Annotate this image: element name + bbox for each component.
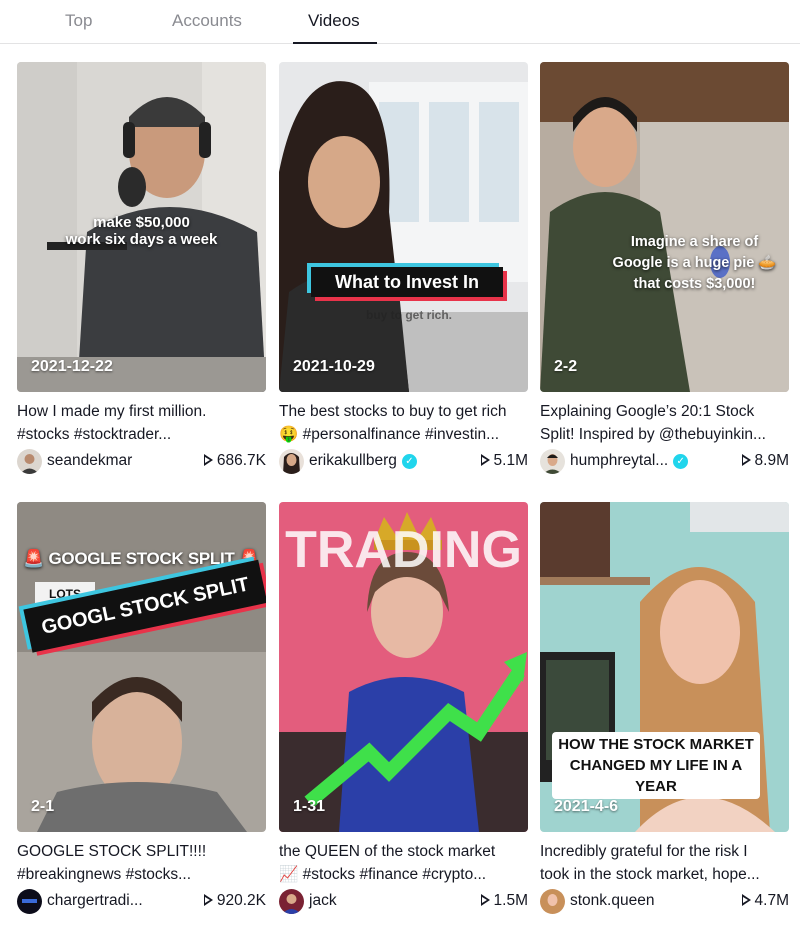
- overlay-caption-line: Imagine a share of: [630, 234, 759, 250]
- description-line: How I made my first million.: [17, 403, 207, 420]
- view-count-value: 5.1M: [493, 452, 528, 469]
- author-name[interactable]: chargertradi...: [47, 892, 143, 910]
- video-thumbnail[interactable]: TRADING 1-31: [279, 502, 528, 832]
- play-icon: [480, 894, 490, 906]
- avatar[interactable]: [17, 889, 42, 914]
- tab-accounts[interactable]: Accounts: [172, 11, 242, 31]
- video-thumbnail[interactable]: 🚨 GOOGLE STOCK SPLIT 🚨 LOTS GOOGL STOCK …: [17, 502, 266, 832]
- description-hashtags: #breakingnews #stocks...: [17, 866, 192, 883]
- video-meta: stonk.queen 4.7M: [540, 889, 789, 915]
- overlay-caption-line: Google is a huge pie 🥧: [612, 255, 777, 271]
- play-icon: [203, 894, 213, 906]
- video-meta: chargertradi... 920.2K: [17, 889, 266, 915]
- video-description[interactable]: GOOGLE STOCK SPLIT!!!! #breakingnews #st…: [17, 840, 279, 886]
- description-hashtags: #stocks #stocktrader...: [17, 426, 172, 443]
- overlay-caption-line: HOW THE STOCK MARKET: [558, 736, 754, 753]
- video-description[interactable]: The best stocks to buy to get rich 🤑 #pe…: [279, 400, 541, 446]
- overlay-caption-line: make $50,000: [93, 214, 190, 231]
- video-date: 2021-12-22: [31, 358, 113, 375]
- video-thumbnail[interactable]: HOW THE STOCK MARKET CHANGED MY LIFE IN …: [540, 502, 789, 832]
- author-name[interactable]: stonk.queen: [570, 892, 654, 910]
- play-icon: [741, 454, 751, 466]
- verified-icon: ✓: [673, 454, 689, 469]
- video-thumbnail[interactable]: Imagine a share of Google is a huge pie …: [540, 62, 789, 392]
- tab-videos[interactable]: Videos: [308, 11, 360, 31]
- view-count: 686.7K: [203, 452, 266, 470]
- view-count-value: 4.7M: [754, 892, 789, 909]
- video-description[interactable]: Explaining Google’s 20:1 Stock Split! In…: [540, 400, 800, 446]
- description-hashtags: 🤑 #personalfinance #investin...: [279, 426, 500, 443]
- overlay-caption-line: work six days a week: [65, 231, 218, 248]
- avatar[interactable]: [17, 449, 42, 474]
- overlay-subtext: buy to get rich.: [365, 308, 452, 322]
- verified-icon: ✓: [401, 454, 417, 469]
- play-icon: [741, 894, 751, 906]
- video-description[interactable]: Incredibly grateful for the risk I took …: [540, 840, 800, 886]
- video-date: 2021-10-29: [293, 358, 375, 375]
- view-count-value: 1.5M: [493, 892, 528, 909]
- video-date: 2021-4-6: [554, 798, 619, 815]
- view-count-value: 8.9M: [754, 452, 789, 469]
- description-hashtags: 📈 #stocks #finance #crypto...: [279, 866, 487, 883]
- thumbnail-image: [279, 62, 528, 392]
- view-count-value: 920.2K: [216, 892, 266, 909]
- avatar[interactable]: [279, 449, 304, 474]
- view-count: 920.2K: [203, 892, 266, 910]
- description-line: GOOGLE STOCK SPLIT!!!!: [17, 843, 207, 860]
- view-count: 8.9M: [741, 452, 789, 470]
- description-hashtags: took in the stock market, hope...: [540, 866, 760, 883]
- search-tabs: Top Accounts Videos: [0, 0, 800, 44]
- video-meta: erikakullberg ✓ 5.1M: [279, 449, 528, 475]
- author-name[interactable]: jack: [309, 892, 337, 910]
- video-thumbnail[interactable]: make $50,000 work six days a week 2021-1…: [17, 62, 266, 392]
- view-count: 4.7M: [741, 892, 789, 910]
- view-count: 1.5M: [480, 892, 528, 910]
- author-name[interactable]: seandekmar: [47, 452, 132, 470]
- author-name-text: humphreytal...: [570, 452, 669, 469]
- video-date: 2-2: [554, 358, 578, 375]
- description-line: Explaining Google’s 20:1 Stock: [540, 403, 755, 420]
- play-icon: [480, 454, 490, 466]
- video-meta: seandekmar 686.7K: [17, 449, 266, 475]
- description-line: the QUEEN of the stock market: [279, 843, 496, 860]
- overlay-caption-line: YEAR: [635, 778, 677, 795]
- video-description[interactable]: the QUEEN of the stock market 📈 #stocks …: [279, 840, 541, 886]
- video-description[interactable]: How I made my first million. #stocks #st…: [17, 400, 279, 446]
- author-name-text: erikakullberg: [309, 452, 397, 469]
- avatar[interactable]: [540, 449, 565, 474]
- author-name[interactable]: erikakullberg ✓: [309, 452, 417, 470]
- play-icon: [203, 454, 213, 466]
- video-meta: jack 1.5M: [279, 889, 528, 915]
- description-line: The best stocks to buy to get rich: [279, 403, 507, 420]
- active-tab-indicator: [293, 42, 377, 44]
- tab-top[interactable]: Top: [65, 11, 92, 31]
- view-count-value: 686.7K: [216, 452, 266, 469]
- video-date: 1-31: [293, 798, 326, 815]
- video-thumbnail[interactable]: What to Invest In buy to get rich. 2021-…: [279, 62, 528, 392]
- overlay-title: TRADING: [285, 521, 522, 579]
- overlay-banner: What to Invest In: [311, 267, 503, 297]
- video-date: 2-1: [31, 798, 55, 815]
- avatar[interactable]: [540, 889, 565, 914]
- view-count: 5.1M: [480, 452, 528, 470]
- thumbnail-image: [540, 62, 789, 392]
- avatar[interactable]: [279, 889, 304, 914]
- overlay-caption-line: that costs $3,000!: [633, 276, 756, 292]
- overlay-caption-line: CHANGED MY LIFE IN A: [569, 757, 743, 774]
- author-name[interactable]: humphreytal... ✓: [570, 452, 689, 470]
- video-meta: humphreytal... ✓ 8.9M: [540, 449, 789, 475]
- description-line: Incredibly grateful for the risk I: [540, 843, 748, 860]
- description-hashtags: Split! Inspired by @thebuyinkin...: [540, 426, 766, 443]
